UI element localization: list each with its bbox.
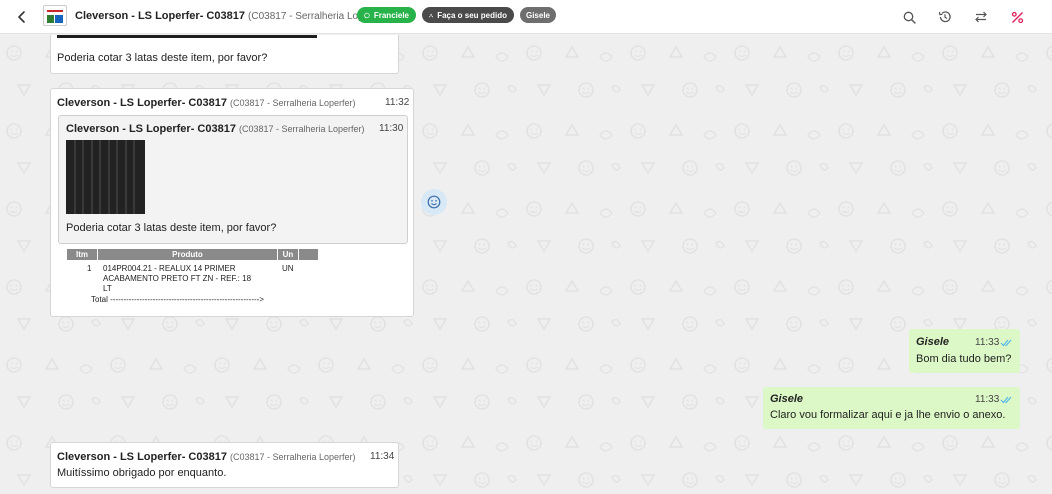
sender-subtitle: (C03817 - Serralheria Loperfer) [229, 452, 356, 462]
table-cell-item: 1 [87, 264, 92, 273]
history-icon[interactable] [935, 7, 955, 27]
user-chip-label: Gisele [525, 10, 550, 20]
transfer-icon[interactable] [971, 7, 991, 27]
message-text: Muitíssimo obrigado por enquanto. [57, 467, 227, 479]
chat-header: Cleverson - LS Loperfer- C03817 (C03817 … [0, 0, 1052, 34]
incoming-message[interactable]: Poderia cotar 3 latas deste item, por fa… [50, 35, 399, 74]
table-header-extra [299, 249, 318, 260]
message-sender: Cleverson - LS Loperfer- C03817 (C03817 -… [57, 97, 356, 109]
message-text: Poderia cotar 3 latas deste item, por fa… [57, 52, 268, 64]
quoted-time: 11:30 [379, 123, 404, 134]
message-sender: Gisele [916, 336, 950, 348]
order-chip[interactable]: Faça o seu pedido [422, 7, 514, 23]
table-header-unit: Un [278, 249, 298, 260]
chat-area[interactable]: Poderia cotar 3 latas deste item, por fa… [0, 35, 1052, 494]
message-time: 11:33 [975, 394, 1000, 405]
agent-chip-label: Franciele [373, 10, 409, 20]
message-sender: Cleverson - LS Loperfer- C03817 (C03817 -… [57, 451, 356, 463]
reaction-emoji-button[interactable] [421, 189, 447, 215]
message-sender: Gisele [770, 393, 804, 405]
contact-name: Cleverson - LS Loperfer- C03817 [75, 10, 245, 22]
contact-avatar[interactable] [43, 5, 67, 26]
quoted-message[interactable]: Cleverson - LS Loperfer- C03817 (C03817 -… [58, 115, 408, 244]
message-time: 11:32 [385, 97, 410, 108]
table-total: Total ----------------------------------… [91, 295, 264, 304]
percent-icon[interactable] [1007, 7, 1027, 27]
search-icon[interactable] [899, 7, 919, 27]
read-ticks-icon [1000, 396, 1012, 404]
order-chip-label: Faça o seu pedido [437, 10, 507, 20]
image-attachment[interactable] [57, 35, 317, 38]
agent-chip[interactable]: Franciele [357, 7, 416, 23]
read-ticks-icon [1000, 339, 1012, 347]
table-cell-unit: UN [282, 264, 294, 273]
whatsapp-icon [364, 12, 370, 18]
message-time: 11:34 [370, 451, 395, 462]
quoted-image[interactable] [66, 140, 145, 214]
table-header-item: Itm [67, 249, 97, 260]
message-text: Bom dia tudo bem? [916, 353, 1012, 365]
sender-name: Cleverson - LS Loperfer- C03817 [57, 97, 227, 109]
incoming-message[interactable]: Cleverson - LS Loperfer- C03817 (C03817 -… [50, 88, 414, 317]
incoming-message[interactable]: Cleverson - LS Loperfer- C03817 (C03817 -… [50, 442, 399, 488]
message-text: Claro vou formalizar aqui e ja lhe envio… [770, 409, 1006, 421]
table-cell-product: LT [103, 284, 112, 293]
sender-subtitle: (C03817 - Serralheria Loperfer) [229, 98, 356, 108]
quoted-sender-subtitle: (C03817 - Serralheria Loperfer) [238, 124, 365, 134]
outgoing-message[interactable]: Gisele 11:33 Claro vou formalizar aqui e… [763, 387, 1020, 429]
quoted-text: Poderia cotar 3 latas deste item, por fa… [66, 222, 277, 234]
quoted-sender: Cleverson - LS Loperfer- C03817 (C03817 -… [66, 123, 365, 135]
table-header-product: Produto [98, 249, 277, 260]
user-chip[interactable]: Gisele [520, 7, 556, 23]
sender-name: Cleverson - LS Loperfer- C03817 [57, 451, 227, 463]
back-arrow-icon[interactable] [12, 7, 32, 27]
message-time: 11:33 [975, 337, 1000, 348]
table-cell-product: 014PR004.21 - REALUX 14 PRIMER [103, 264, 236, 273]
network-icon [429, 13, 434, 17]
smiley-icon [427, 195, 441, 209]
quoted-sender-name: Cleverson - LS Loperfer- C03817 [66, 123, 236, 135]
table-cell-product: ACABAMENTO PRETO FT ZN - REF.: 18 [103, 274, 252, 283]
contact-title[interactable]: Cleverson - LS Loperfer- C03817 (C03817 … [75, 10, 388, 22]
outgoing-message[interactable]: Gisele 11:33 Bom dia tudo bem? [909, 329, 1020, 373]
